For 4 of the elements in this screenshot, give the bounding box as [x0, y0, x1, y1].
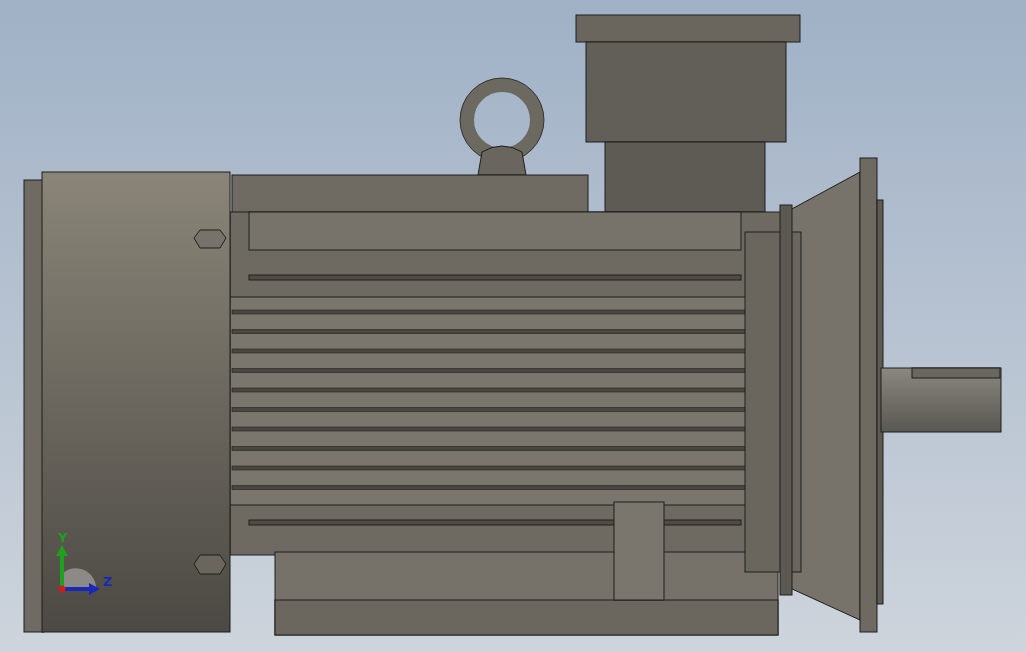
axis-label: Z: [103, 574, 113, 589]
cad-viewport[interactable]: Y Z: [0, 0, 1026, 652]
axis-label: Y: [58, 530, 68, 545]
origin-icon: [58, 585, 66, 593]
